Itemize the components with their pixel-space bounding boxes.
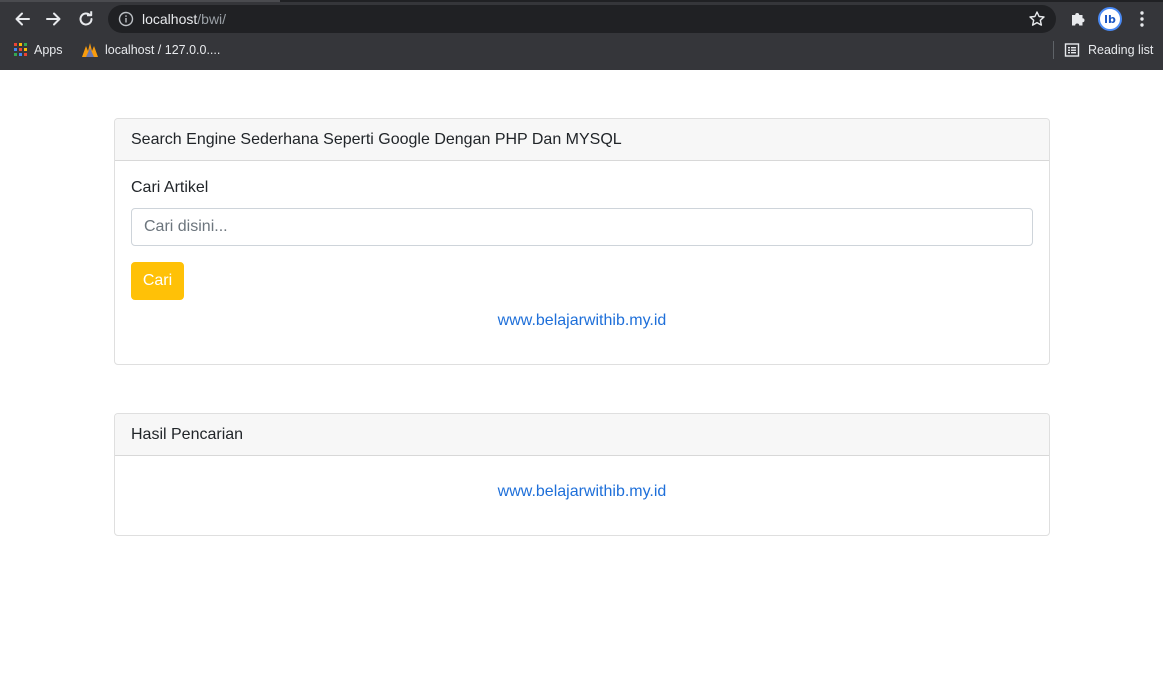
tab-strip (0, 0, 1163, 2)
address-bar[interactable]: localhost/bwi/ (108, 5, 1056, 33)
search-button[interactable]: Cari (131, 262, 184, 300)
phpmyadmin-icon (82, 43, 98, 57)
search-card: Search Engine Sederhana Seperti Google D… (114, 118, 1050, 365)
bookmark-label: localhost / 127.0.0.... (105, 43, 221, 57)
more-vert-icon[interactable] (1132, 9, 1152, 29)
bookmark-apps[interactable]: Apps (14, 40, 63, 60)
url-text[interactable]: localhost/bwi/ (142, 11, 226, 27)
search-input[interactable] (131, 208, 1033, 246)
results-card: Hasil Pencarian www.belajarwithib.my.id (114, 413, 1050, 536)
site-link[interactable]: www.belajarwithib.my.id (115, 483, 1049, 501)
back-arrow-icon (15, 12, 30, 26)
browser-chrome: localhost/bwi/ lb Apps localhost / 127.0… (0, 0, 1163, 70)
search-card-header: Search Engine Sederhana Seperti Google D… (115, 119, 1049, 161)
site-link[interactable]: www.belajarwithib.my.id (115, 312, 1049, 330)
reload-button[interactable] (72, 6, 100, 32)
profile-avatar[interactable]: lb (1098, 7, 1122, 31)
bookmark-localhost[interactable]: localhost / 127.0.0.... (81, 40, 220, 60)
search-label: Cari Artikel (131, 179, 209, 196)
info-icon[interactable] (118, 11, 134, 27)
reading-list-icon (1064, 43, 1080, 57)
url-host: localhost (142, 11, 198, 27)
forward-arrow-icon (46, 12, 61, 26)
star-icon[interactable] (1028, 10, 1046, 28)
back-button[interactable] (8, 6, 36, 32)
reload-icon (79, 11, 93, 26)
results-card-header: Hasil Pencarian (115, 414, 1049, 456)
extensions-puzzle-icon[interactable] (1068, 9, 1088, 29)
reading-list-label: Reading list (1088, 43, 1154, 57)
reading-list-button[interactable]: Reading list (1064, 40, 1153, 60)
forward-button[interactable] (40, 6, 68, 32)
url-path: /bwi/ (197, 11, 227, 27)
apps-grid-icon (14, 43, 28, 57)
profile-initials: lb (1104, 12, 1116, 26)
bookmark-divider (1053, 41, 1054, 59)
bookmark-label: Apps (34, 43, 63, 57)
